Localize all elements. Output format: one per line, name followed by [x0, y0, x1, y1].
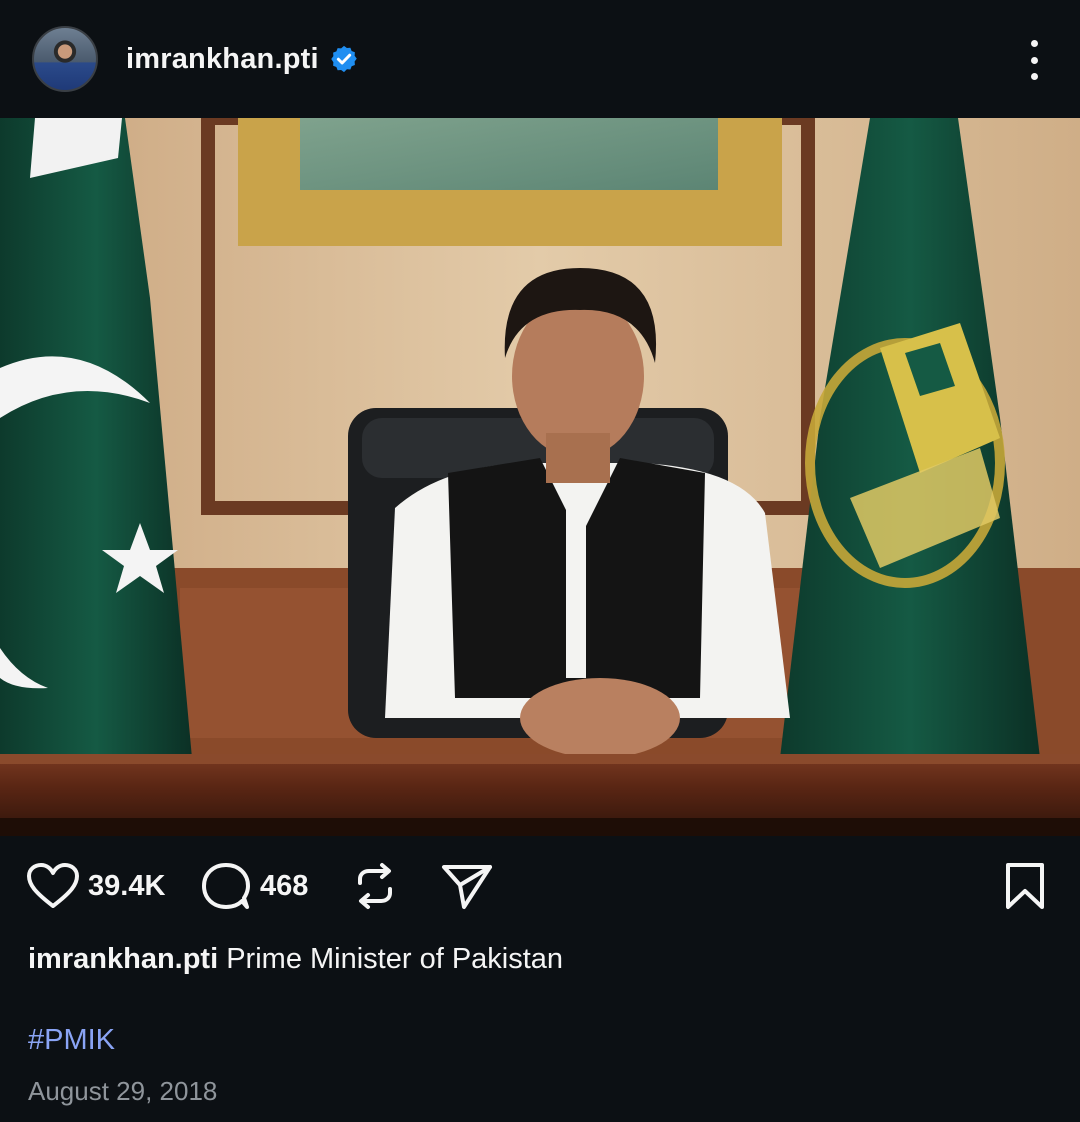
- more-dot: [1030, 56, 1038, 64]
- caption-username[interactable]: imrankhan.pti: [28, 943, 218, 975]
- repost-button[interactable]: [352, 860, 398, 912]
- like-count[interactable]: 39.4K: [88, 870, 165, 903]
- post-photo-illustration: [0, 118, 1080, 836]
- comment-button[interactable]: 468: [200, 860, 308, 912]
- header-username[interactable]: imrankhan.pti: [126, 43, 319, 76]
- more-options-button[interactable]: [1022, 40, 1046, 80]
- repost-icon: [358, 863, 392, 909]
- hashtag-link[interactable]: #PMIK: [28, 1024, 115, 1057]
- like-button[interactable]: 39.4K: [26, 860, 165, 912]
- post-header: imrankhan.pti: [0, 0, 1080, 118]
- profile-avatar[interactable]: [32, 26, 98, 92]
- heart-icon: [27, 863, 79, 908]
- send-icon: [442, 865, 492, 909]
- post-date: August 29, 2018: [28, 1076, 218, 1106]
- save-button[interactable]: [1003, 860, 1047, 912]
- post-action-bar: 39.4K 468: [0, 836, 1080, 940]
- bookmark-icon: [1006, 863, 1044, 909]
- share-button[interactable]: [440, 860, 494, 912]
- post-caption: imrankhan.pti Prime Minister of Pakistan: [28, 940, 563, 978]
- verified-badge-icon: [331, 45, 357, 73]
- caption-text: Prime Minister of Pakistan: [226, 943, 564, 975]
- comment-count[interactable]: 468: [260, 870, 308, 903]
- more-dot: [1030, 40, 1038, 47]
- more-dot: [1030, 73, 1038, 80]
- post-photo[interactable]: [0, 118, 1080, 836]
- comment-icon: [202, 863, 250, 909]
